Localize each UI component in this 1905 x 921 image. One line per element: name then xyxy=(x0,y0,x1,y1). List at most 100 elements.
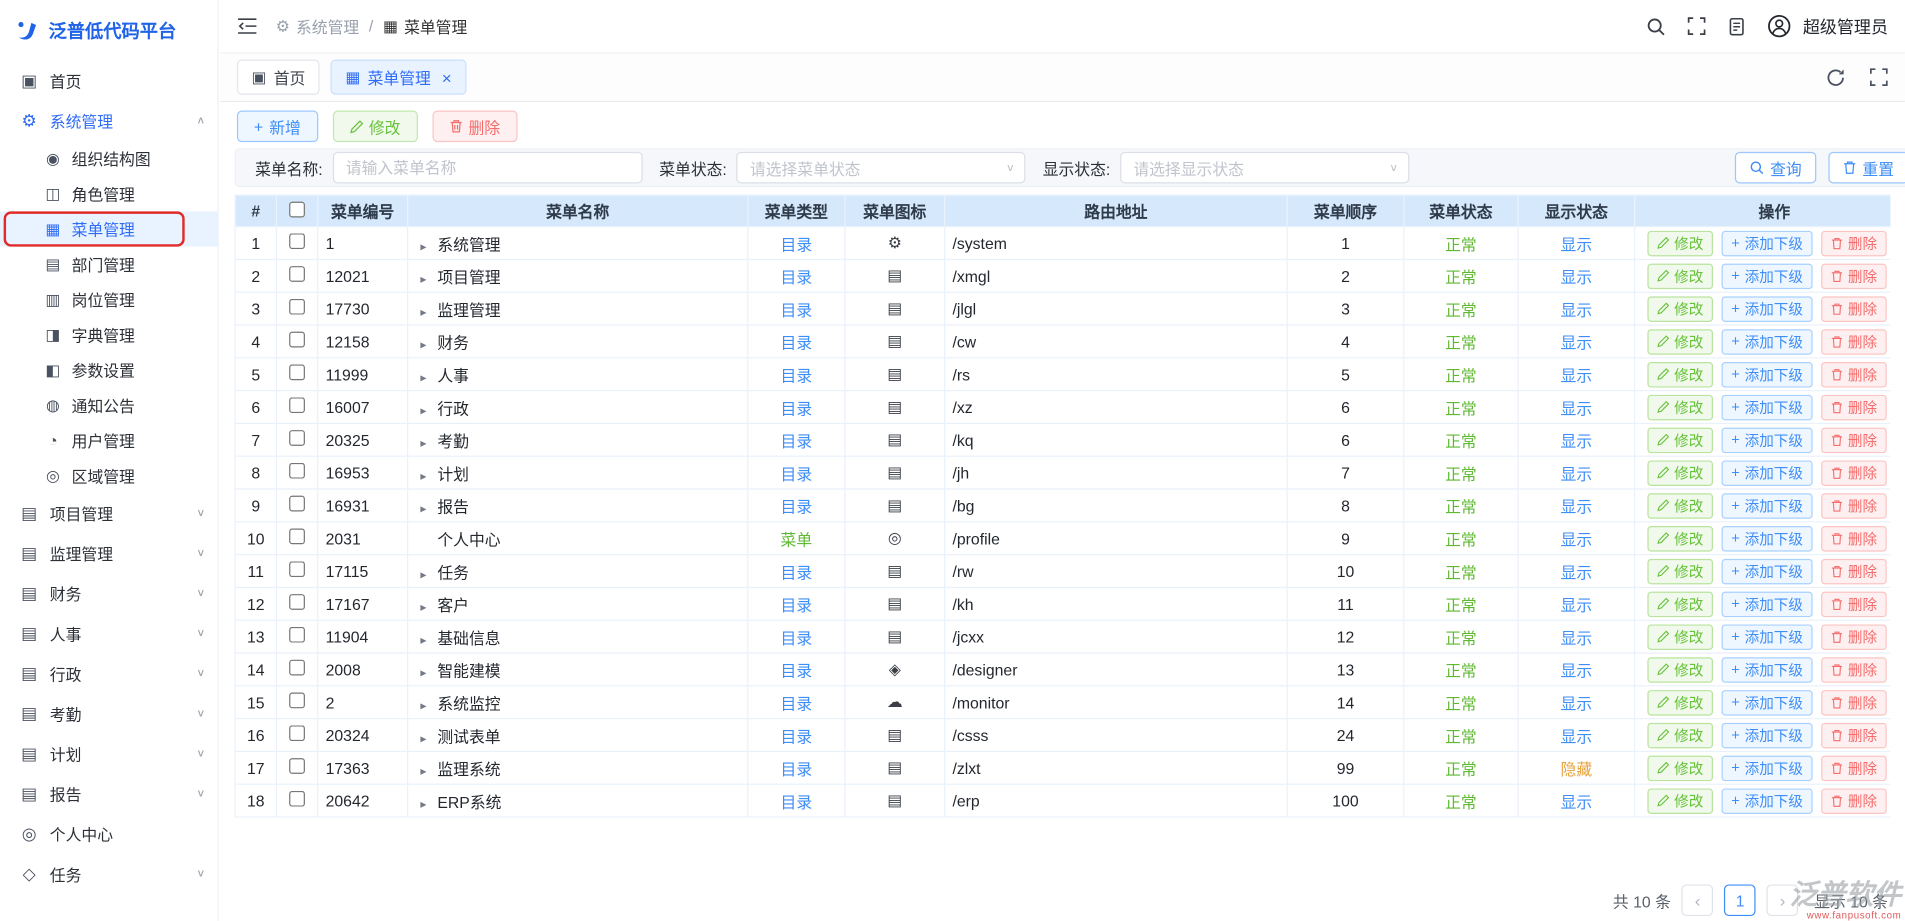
sidebar-item[interactable]: ▤财务∨ xyxy=(0,573,217,613)
row-add-child-button[interactable]: +添加下级 xyxy=(1722,493,1813,519)
row-checkbox[interactable] xyxy=(289,463,305,479)
row-delete-button[interactable]: 删除 xyxy=(1821,591,1887,617)
row-delete-button[interactable]: 删除 xyxy=(1821,689,1887,715)
row-checkbox[interactable] xyxy=(289,266,305,282)
row-add-child-button[interactable]: +添加下级 xyxy=(1722,296,1813,322)
row-checkbox[interactable] xyxy=(289,561,305,577)
app-logo[interactable]: 泛普低代码平台 xyxy=(0,0,217,61)
row-delete-button[interactable]: 删除 xyxy=(1821,525,1887,551)
document-icon[interactable] xyxy=(1728,16,1746,35)
display-status-select[interactable]: 请选择显示状态 ∨ xyxy=(1120,152,1409,184)
sidebar-item[interactable]: ▤行政∨ xyxy=(0,654,217,694)
row-checkbox[interactable] xyxy=(289,332,305,348)
reset-button[interactable]: 重置 xyxy=(1828,152,1905,184)
menu-status-select[interactable]: 请选择菜单状态 ∨ xyxy=(737,152,1026,184)
row-add-child-button[interactable]: +添加下级 xyxy=(1722,689,1813,715)
row-edit-button[interactable]: 修改 xyxy=(1647,755,1713,781)
caret-right-icon[interactable]: ▸ xyxy=(420,732,437,745)
row-add-child-button[interactable]: +添加下级 xyxy=(1722,329,1813,355)
row-checkbox[interactable] xyxy=(289,660,305,676)
row-edit-button[interactable]: 修改 xyxy=(1647,624,1713,650)
row-add-child-button[interactable]: +添加下级 xyxy=(1722,591,1813,617)
row-add-child-button[interactable]: +添加下级 xyxy=(1722,427,1813,453)
edit-button[interactable]: 修改 xyxy=(332,111,417,143)
sidebar-subitem[interactable]: ◎区域管理 xyxy=(0,458,217,493)
row-checkbox[interactable] xyxy=(289,397,305,413)
row-checkbox[interactable] xyxy=(289,791,305,807)
row-checkbox[interactable] xyxy=(289,299,305,315)
row-add-child-button[interactable]: +添加下级 xyxy=(1722,263,1813,289)
sidebar-subitem[interactable]: ▦菜单管理 xyxy=(0,211,217,246)
sidebar-item[interactable]: ▤监理管理∨ xyxy=(0,533,217,573)
sidebar-subitem[interactable]: ◧参数设置 xyxy=(0,352,217,387)
row-checkbox[interactable] xyxy=(289,725,305,741)
sidebar-item[interactable]: ▤人事∨ xyxy=(0,614,217,654)
row-edit-button[interactable]: 修改 xyxy=(1647,657,1713,683)
row-edit-button[interactable]: 修改 xyxy=(1647,263,1713,289)
caret-right-icon[interactable]: ▸ xyxy=(420,601,437,614)
row-delete-button[interactable]: 删除 xyxy=(1821,460,1887,486)
row-checkbox[interactable] xyxy=(289,594,305,610)
caret-right-icon[interactable]: ▸ xyxy=(420,765,437,778)
avatar[interactable] xyxy=(1768,15,1791,38)
select-all-checkbox[interactable] xyxy=(289,201,305,217)
row-edit-button[interactable]: 修改 xyxy=(1647,722,1713,748)
sidebar-subitem[interactable]: ▥岗位管理 xyxy=(0,282,217,317)
caret-right-icon[interactable]: ▸ xyxy=(420,502,437,515)
row-add-child-button[interactable]: +添加下级 xyxy=(1722,558,1813,584)
row-delete-button[interactable]: 删除 xyxy=(1821,263,1887,289)
fullscreen-icon[interactable] xyxy=(1687,17,1705,35)
current-page[interactable]: 1 xyxy=(1724,884,1756,916)
caret-right-icon[interactable]: ▸ xyxy=(420,306,437,319)
row-delete-button[interactable]: 删除 xyxy=(1821,296,1887,322)
sidebar-subitem[interactable]: ◔用户管理 xyxy=(0,423,217,458)
row-delete-button[interactable]: 删除 xyxy=(1821,394,1887,420)
row-checkbox[interactable] xyxy=(289,496,305,512)
row-edit-button[interactable]: 修改 xyxy=(1647,689,1713,715)
current-user[interactable]: 超级管理员 xyxy=(1803,14,1888,38)
delete-button[interactable]: 删除 xyxy=(432,111,517,143)
sidebar-item[interactable]: ▤计划∨ xyxy=(0,734,217,774)
row-delete-button[interactable]: 删除 xyxy=(1821,427,1887,453)
sidebar-item[interactable]: ◇任务∨ xyxy=(0,854,217,894)
search-button[interactable]: 查询 xyxy=(1735,152,1816,184)
caret-right-icon[interactable]: ▸ xyxy=(420,666,437,679)
refresh-icon[interactable] xyxy=(1826,67,1845,86)
row-checkbox[interactable] xyxy=(289,233,305,249)
row-delete-button[interactable]: 删除 xyxy=(1821,493,1887,519)
caret-right-icon[interactable]: ▸ xyxy=(420,699,437,712)
row-add-child-button[interactable]: +添加下级 xyxy=(1722,230,1813,256)
row-delete-button[interactable]: 删除 xyxy=(1821,329,1887,355)
row-delete-button[interactable]: 删除 xyxy=(1821,755,1887,781)
caret-right-icon[interactable]: ▸ xyxy=(420,404,437,417)
row-add-child-button[interactable]: +添加下级 xyxy=(1722,657,1813,683)
row-delete-button[interactable]: 删除 xyxy=(1821,788,1887,814)
row-add-child-button[interactable]: +添加下级 xyxy=(1722,788,1813,814)
row-delete-button[interactable]: 删除 xyxy=(1821,657,1887,683)
row-delete-button[interactable]: 删除 xyxy=(1821,230,1887,256)
close-icon[interactable]: × xyxy=(442,69,452,86)
row-delete-button[interactable]: 删除 xyxy=(1821,361,1887,387)
row-checkbox[interactable] xyxy=(289,692,305,708)
sidebar-subitem[interactable]: ◉组织结构图 xyxy=(0,141,217,176)
expand-view-icon[interactable] xyxy=(1870,68,1888,86)
collapse-sidebar-icon[interactable] xyxy=(237,17,258,35)
sidebar-subitem[interactable]: ◍通知公告 xyxy=(0,388,217,423)
search-icon[interactable] xyxy=(1646,16,1665,35)
sidebar-subitem[interactable]: ◫角色管理 xyxy=(0,176,217,211)
row-checkbox[interactable] xyxy=(289,627,305,643)
caret-right-icon[interactable]: ▸ xyxy=(420,338,437,351)
row-edit-button[interactable]: 修改 xyxy=(1647,591,1713,617)
add-button[interactable]: + 新增 xyxy=(237,111,318,143)
sidebar-subitem[interactable]: ▤部门管理 xyxy=(0,247,217,282)
sidebar-item[interactable]: ◎个人中心 xyxy=(0,814,217,854)
row-delete-button[interactable]: 删除 xyxy=(1821,722,1887,748)
row-edit-button[interactable]: 修改 xyxy=(1647,460,1713,486)
row-delete-button[interactable]: 删除 xyxy=(1821,624,1887,650)
caret-right-icon[interactable]: ▸ xyxy=(420,470,437,483)
row-checkbox[interactable] xyxy=(289,430,305,446)
caret-right-icon[interactable]: ▸ xyxy=(420,798,437,811)
row-edit-button[interactable]: 修改 xyxy=(1647,329,1713,355)
caret-right-icon[interactable]: ▸ xyxy=(420,634,437,647)
row-edit-button[interactable]: 修改 xyxy=(1647,525,1713,551)
